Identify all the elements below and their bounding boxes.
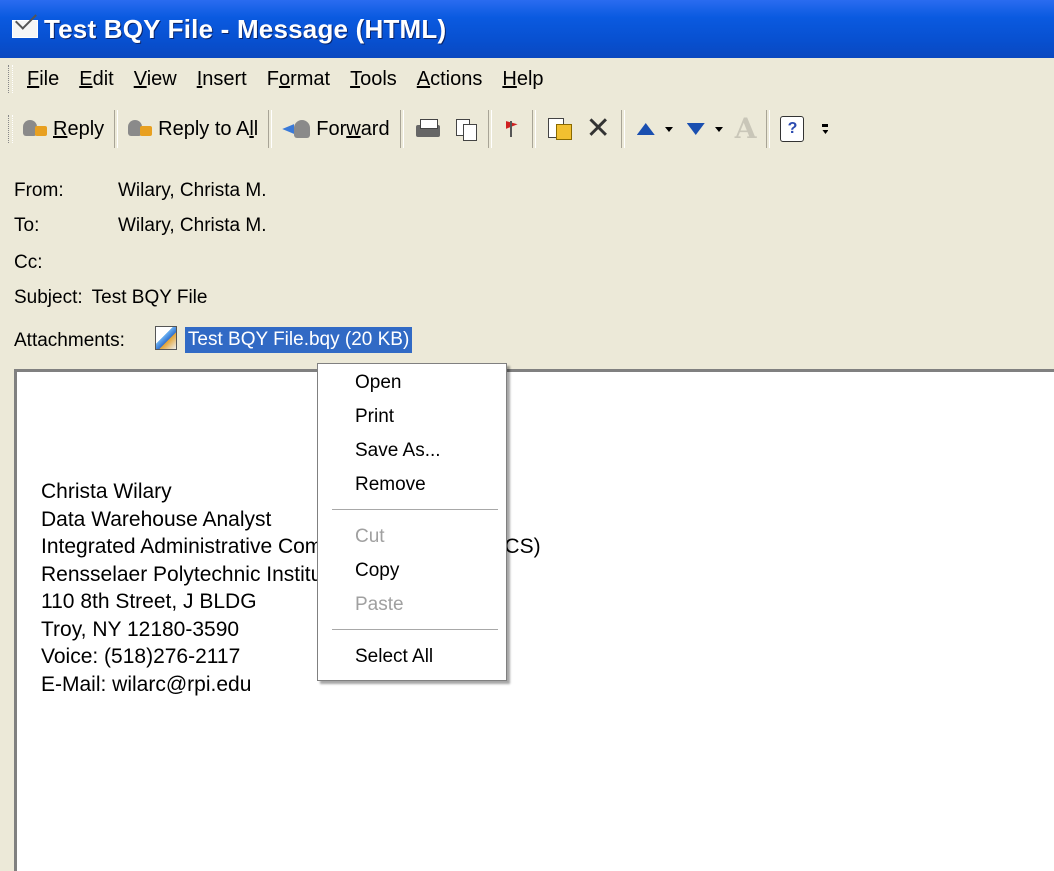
attachments-label: Attachments:	[14, 330, 125, 351]
to-label: To:	[14, 215, 40, 236]
toolbar-grip[interactable]	[8, 115, 13, 143]
flag-icon	[502, 117, 522, 141]
subject-value: Test BQY File	[91, 287, 208, 308]
cc-label: Cc:	[14, 252, 43, 273]
menu-item-paste: Paste	[355, 594, 404, 615]
menu-bar: File Edit View Insert Format Tools Actio…	[0, 58, 1054, 100]
menu-file[interactable]: File	[17, 64, 69, 94]
menu-help[interactable]: Help	[492, 64, 553, 94]
toolbar-separator	[487, 110, 492, 148]
font-size-button[interactable]: A	[729, 107, 763, 151]
menu-view[interactable]: View	[124, 64, 187, 94]
menu-item-open[interactable]: Open	[355, 370, 401, 396]
toolbar-options-icon	[822, 124, 830, 134]
reply-all-button[interactable]: Reply to All	[122, 107, 264, 151]
menu-separator	[332, 629, 498, 630]
title-bar[interactable]: Test BQY File - Message (HTML)	[0, 0, 1054, 58]
subject-row: Subject: Test BQY File	[14, 287, 207, 309]
printer-icon	[414, 117, 442, 141]
menu-item-cut: Cut	[355, 526, 385, 547]
message-header: From: Wilary, Christa M. To: Wilary, Chr…	[0, 160, 1054, 365]
help-button[interactable]: ?	[774, 107, 810, 151]
menu-tools[interactable]: Tools	[340, 64, 407, 94]
dropdown-arrow-icon[interactable]	[664, 126, 673, 132]
down-arrow-icon	[685, 121, 707, 137]
from-label: From:	[14, 180, 64, 201]
window-title: Test BQY File - Message (HTML)	[44, 13, 447, 44]
toolbar-separator	[114, 110, 119, 148]
menu-item-remove[interactable]: Remove	[355, 472, 426, 498]
menu-actions[interactable]: Actions	[407, 64, 493, 94]
help-icon: ?	[780, 116, 805, 142]
attachment-context-menu: Open Print Save As... Remove Cut Copy Pa…	[317, 363, 507, 681]
message-body[interactable]: Christa Wilary Data Warehouse Analyst In…	[14, 369, 1054, 871]
reply-icon	[23, 118, 49, 140]
menu-separator	[332, 509, 498, 510]
toolbar: Reply Reply to All Forward ✕ A ?	[0, 100, 1054, 158]
menu-item-save-as[interactable]: Save As...	[355, 438, 441, 464]
toolbar-separator	[766, 110, 771, 148]
follow-up-button[interactable]	[496, 107, 528, 151]
menu-item-copy[interactable]: Copy	[355, 558, 399, 584]
toolbar-separator	[399, 110, 404, 148]
up-arrow-icon	[635, 121, 657, 137]
delete-button[interactable]: ✕	[580, 107, 617, 151]
font-size-icon: A	[734, 112, 757, 145]
menu-item-print[interactable]: Print	[355, 404, 394, 430]
delete-x-icon: ✕	[585, 111, 611, 146]
toolbar-options-button[interactable]	[810, 107, 836, 151]
toolbar-separator	[531, 110, 536, 148]
move-to-folder-button[interactable]	[540, 107, 580, 151]
toolbar-separator	[620, 110, 625, 148]
cc-row: Cc:	[14, 252, 118, 274]
from-row: From: Wilary, Christa M.	[14, 180, 266, 202]
to-row: To: Wilary, Christa M.	[14, 215, 266, 237]
subject-label: Subject:	[14, 287, 83, 308]
reply-button[interactable]: Reply	[17, 107, 110, 151]
print-button[interactable]	[408, 107, 448, 151]
attachments-row: Attachments: Test BQY File.bqy (20 KB)	[14, 326, 413, 353]
copy-button[interactable]	[448, 107, 484, 151]
copy-icon	[454, 117, 478, 141]
bqy-file-icon[interactable]	[154, 326, 177, 350]
menu-edit[interactable]: Edit	[69, 64, 123, 94]
attachment-link[interactable]: Test BQY File.bqy (20 KB)	[184, 327, 413, 353]
menu-insert[interactable]: Insert	[187, 64, 257, 94]
menu-format[interactable]: Format	[257, 64, 340, 94]
from-value[interactable]: Wilary, Christa M.	[118, 180, 266, 202]
menubar-grip[interactable]	[8, 65, 13, 93]
forward-button[interactable]: Forward	[276, 107, 395, 151]
next-item-button[interactable]	[679, 107, 729, 151]
forward-icon	[282, 118, 312, 140]
dropdown-arrow-icon[interactable]	[714, 126, 723, 132]
envelope-icon	[12, 20, 38, 38]
move-to-folder-icon	[546, 116, 574, 142]
to-value[interactable]: Wilary, Christa M.	[118, 215, 266, 237]
reply-all-icon	[128, 118, 154, 140]
toolbar-separator	[268, 110, 273, 148]
previous-item-button[interactable]	[629, 107, 679, 151]
menu-item-select-all[interactable]: Select All	[355, 644, 433, 670]
